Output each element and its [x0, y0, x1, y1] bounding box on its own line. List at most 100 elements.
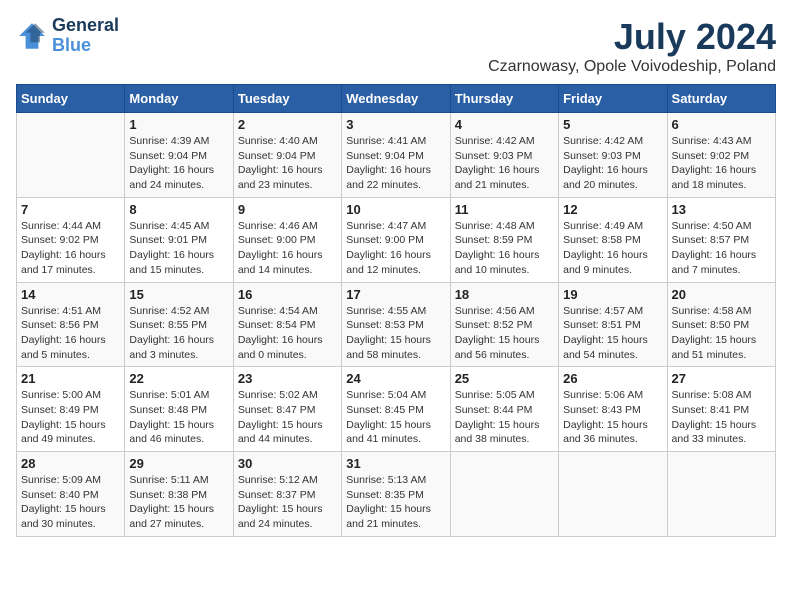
day-info: Sunrise: 4:50 AM Sunset: 8:57 PM Dayligh… [672, 219, 771, 278]
day-cell: 18Sunrise: 4:56 AM Sunset: 8:52 PM Dayli… [450, 282, 558, 367]
day-cell: 22 Sunrise: 5:01 AM Sunset: 8:48 PM Dayli… [125, 367, 233, 452]
day-info: Sunrise: 4:42 AM Sunset: 9:03 PM Dayligh… [455, 134, 554, 193]
day-info: Sunrise: 5:01 AM Sunset: 8:48 PM Dayligh… [129, 388, 228, 447]
day-number: 21 [21, 371, 120, 386]
day-cell: 20 Sunrise: 4:58 AM Sunset: 8:50 PM Dayli… [667, 282, 775, 367]
day-number: 16 [238, 287, 337, 302]
day-cell: 24 Sunrise: 5:04 AM Sunset: 8:45 PM Dayli… [342, 367, 450, 452]
day-number: 28 [21, 456, 120, 471]
week-row-3: 14Sunrise: 4:51 AM Sunset: 8:56 PM Dayli… [17, 282, 776, 367]
title-block: July 2024 Czarnowasy, Opole Voivodeship,… [488, 16, 776, 76]
day-cell [450, 452, 558, 537]
day-cell: 12 Sunrise: 4:49 AM Sunset: 8:58 PM Dayli… [559, 197, 667, 282]
day-number: 23 [238, 371, 337, 386]
week-row-4: 21 Sunrise: 5:00 AM Sunset: 8:49 PM Dayli… [17, 367, 776, 452]
day-cell: 3 Sunrise: 4:41 AM Sunset: 9:04 PM Daylig… [342, 113, 450, 198]
day-number: 19 [563, 287, 662, 302]
day-number: 27 [672, 371, 771, 386]
day-cell: 9Sunrise: 4:46 AM Sunset: 9:00 PM Daylig… [233, 197, 341, 282]
day-number: 17 [346, 287, 445, 302]
location-title: Czarnowasy, Opole Voivodeship, Poland [488, 58, 776, 76]
column-header-wednesday: Wednesday [342, 85, 450, 113]
day-number: 18 [455, 287, 554, 302]
day-cell: 27 Sunrise: 5:08 AM Sunset: 8:41 PM Dayli… [667, 367, 775, 452]
day-cell: 17 Sunrise: 4:55 AM Sunset: 8:53 PM Dayli… [342, 282, 450, 367]
day-cell [667, 452, 775, 537]
day-cell: 11Sunrise: 4:48 AM Sunset: 8:59 PM Dayli… [450, 197, 558, 282]
day-number: 9 [238, 202, 337, 217]
day-info: Sunrise: 5:02 AM Sunset: 8:47 PM Dayligh… [238, 388, 337, 447]
column-header-monday: Monday [125, 85, 233, 113]
month-title: July 2024 [488, 16, 776, 58]
day-cell [559, 452, 667, 537]
column-header-saturday: Saturday [667, 85, 775, 113]
day-info: Sunrise: 5:12 AM Sunset: 8:37 PM Dayligh… [238, 473, 337, 532]
day-cell: 28 Sunrise: 5:09 AM Sunset: 8:40 PM Dayli… [17, 452, 125, 537]
day-cell: 4 Sunrise: 4:42 AM Sunset: 9:03 PM Daylig… [450, 113, 558, 198]
day-info: Sunrise: 5:08 AM Sunset: 8:41 PM Dayligh… [672, 388, 771, 447]
day-number: 8 [129, 202, 228, 217]
day-cell: 29 Sunrise: 5:11 AM Sunset: 8:38 PM Dayli… [125, 452, 233, 537]
day-info: Sunrise: 4:43 AM Sunset: 9:02 PM Dayligh… [672, 134, 771, 193]
day-number: 25 [455, 371, 554, 386]
day-info: Sunrise: 4:58 AM Sunset: 8:50 PM Dayligh… [672, 304, 771, 363]
day-number: 3 [346, 117, 445, 132]
column-header-tuesday: Tuesday [233, 85, 341, 113]
day-info: Sunrise: 5:04 AM Sunset: 8:45 PM Dayligh… [346, 388, 445, 447]
day-number: 5 [563, 117, 662, 132]
day-cell: 15 Sunrise: 4:52 AM Sunset: 8:55 PM Dayli… [125, 282, 233, 367]
logo-icon [16, 20, 48, 52]
day-number: 13 [672, 202, 771, 217]
day-number: 14 [21, 287, 120, 302]
day-info: Sunrise: 4:41 AM Sunset: 9:04 PM Dayligh… [346, 134, 445, 193]
day-cell: 10Sunrise: 4:47 AM Sunset: 9:00 PM Dayli… [342, 197, 450, 282]
day-number: 4 [455, 117, 554, 132]
header-row: SundayMondayTuesdayWednesdayThursdayFrid… [17, 85, 776, 113]
day-number: 24 [346, 371, 445, 386]
day-cell: 6Sunrise: 4:43 AM Sunset: 9:02 PM Daylig… [667, 113, 775, 198]
day-number: 7 [21, 202, 120, 217]
day-number: 31 [346, 456, 445, 471]
logo-text: General Blue [52, 16, 119, 56]
day-cell: 14Sunrise: 4:51 AM Sunset: 8:56 PM Dayli… [17, 282, 125, 367]
day-info: Sunrise: 4:49 AM Sunset: 8:58 PM Dayligh… [563, 219, 662, 278]
page-header: General Blue July 2024 Czarnowasy, Opole… [16, 16, 776, 76]
day-cell: 31 Sunrise: 5:13 AM Sunset: 8:35 PM Dayli… [342, 452, 450, 537]
day-number: 15 [129, 287, 228, 302]
day-cell: 30Sunrise: 5:12 AM Sunset: 8:37 PM Dayli… [233, 452, 341, 537]
column-header-sunday: Sunday [17, 85, 125, 113]
day-info: Sunrise: 5:13 AM Sunset: 8:35 PM Dayligh… [346, 473, 445, 532]
day-info: Sunrise: 4:55 AM Sunset: 8:53 PM Dayligh… [346, 304, 445, 363]
day-number: 12 [563, 202, 662, 217]
day-cell: 26Sunrise: 5:06 AM Sunset: 8:43 PM Dayli… [559, 367, 667, 452]
day-info: Sunrise: 4:45 AM Sunset: 9:01 PM Dayligh… [129, 219, 228, 278]
day-number: 26 [563, 371, 662, 386]
day-number: 20 [672, 287, 771, 302]
day-info: Sunrise: 4:42 AM Sunset: 9:03 PM Dayligh… [563, 134, 662, 193]
day-info: Sunrise: 4:44 AM Sunset: 9:02 PM Dayligh… [21, 219, 120, 278]
day-info: Sunrise: 5:05 AM Sunset: 8:44 PM Dayligh… [455, 388, 554, 447]
day-number: 29 [129, 456, 228, 471]
day-cell [17, 113, 125, 198]
day-cell: 16 Sunrise: 4:54 AM Sunset: 8:54 PM Dayli… [233, 282, 341, 367]
logo-line2: Blue [52, 35, 91, 55]
day-info: Sunrise: 5:11 AM Sunset: 8:38 PM Dayligh… [129, 473, 228, 532]
day-cell: 5 Sunrise: 4:42 AM Sunset: 9:03 PM Daylig… [559, 113, 667, 198]
day-info: Sunrise: 5:00 AM Sunset: 8:49 PM Dayligh… [21, 388, 120, 447]
week-row-5: 28 Sunrise: 5:09 AM Sunset: 8:40 PM Dayli… [17, 452, 776, 537]
day-number: 1 [129, 117, 228, 132]
day-info: Sunrise: 5:09 AM Sunset: 8:40 PM Dayligh… [21, 473, 120, 532]
day-info: Sunrise: 4:52 AM Sunset: 8:55 PM Dayligh… [129, 304, 228, 363]
day-info: Sunrise: 4:57 AM Sunset: 8:51 PM Dayligh… [563, 304, 662, 363]
day-cell: 8 Sunrise: 4:45 AM Sunset: 9:01 PM Daylig… [125, 197, 233, 282]
day-cell: 19 Sunrise: 4:57 AM Sunset: 8:51 PM Dayli… [559, 282, 667, 367]
week-row-1: 1 Sunrise: 4:39 AM Sunset: 9:04 PM Daylig… [17, 113, 776, 198]
day-number: 22 [129, 371, 228, 386]
day-cell: 25 Sunrise: 5:05 AM Sunset: 8:44 PM Dayli… [450, 367, 558, 452]
day-info: Sunrise: 4:54 AM Sunset: 8:54 PM Dayligh… [238, 304, 337, 363]
day-info: Sunrise: 4:47 AM Sunset: 9:00 PM Dayligh… [346, 219, 445, 278]
day-cell: 21 Sunrise: 5:00 AM Sunset: 8:49 PM Dayli… [17, 367, 125, 452]
logo-line1: General [52, 16, 119, 36]
day-number: 2 [238, 117, 337, 132]
day-info: Sunrise: 4:39 AM Sunset: 9:04 PM Dayligh… [129, 134, 228, 193]
